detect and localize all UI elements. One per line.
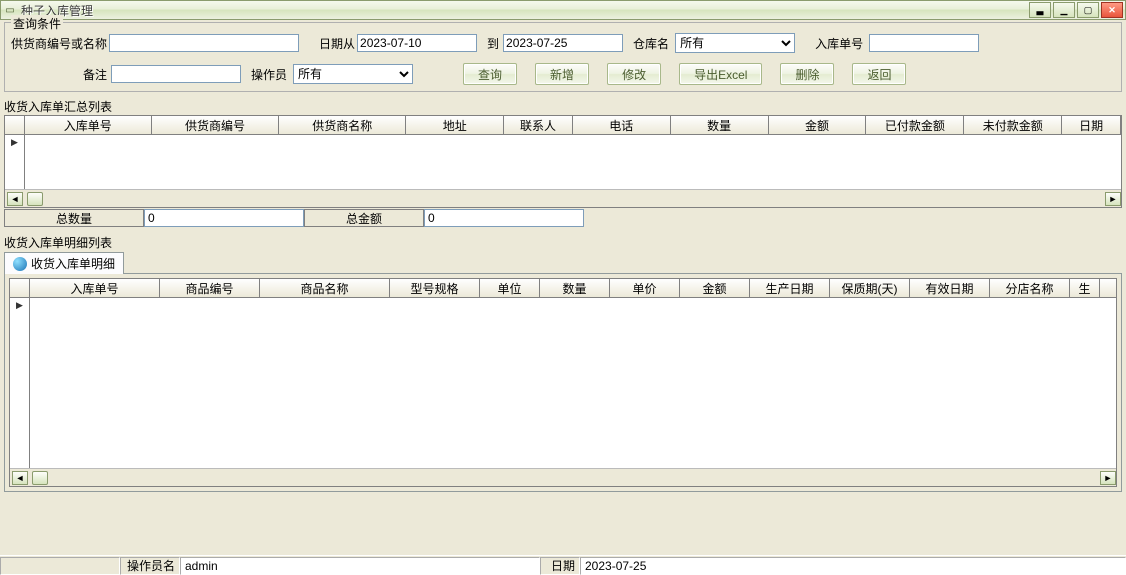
detail-tab-label: 收货入库单明细 xyxy=(31,255,115,272)
restore-down-alt-button[interactable]: ▃ xyxy=(1029,2,1051,18)
back-button[interactable]: 返回 xyxy=(852,63,906,85)
row-selector-header xyxy=(10,279,30,297)
detail-col-header[interactable]: 分店名称 xyxy=(990,279,1070,297)
total-qty-value: 0 xyxy=(144,209,304,227)
supplier-label: 供货商编号或名称 xyxy=(11,35,107,52)
detail-hscrollbar[interactable]: ◄ ► xyxy=(10,468,1116,486)
detail-col-header[interactable]: 生 xyxy=(1070,279,1100,297)
detail-col-header[interactable]: 生产日期 xyxy=(750,279,830,297)
remark-label: 备注 xyxy=(83,66,107,83)
detail-tab[interactable]: 收货入库单明细 xyxy=(4,252,124,274)
scroll-right-icon[interactable]: ► xyxy=(1100,471,1116,485)
search-button[interactable]: 查询 xyxy=(463,63,517,85)
date-to-input[interactable] xyxy=(503,34,623,52)
detail-col-header[interactable]: 保质期(天) xyxy=(830,279,910,297)
summary-col-header[interactable]: 入库单号 xyxy=(25,116,152,134)
delete-button[interactable]: 删除 xyxy=(780,63,834,85)
warehouse-select[interactable]: 所有 xyxy=(675,33,795,53)
status-date-label: 日期 xyxy=(540,557,580,575)
summary-col-header[interactable]: 金额 xyxy=(769,116,867,134)
summary-col-header[interactable]: 未付款金额 xyxy=(964,116,1062,134)
summary-col-header[interactable]: 数量 xyxy=(671,116,769,134)
detail-col-header[interactable]: 商品编号 xyxy=(160,279,260,297)
summary-col-header[interactable]: 已付款金额 xyxy=(866,116,964,134)
detail-col-header[interactable]: 有效日期 xyxy=(910,279,990,297)
summary-col-header[interactable]: 地址 xyxy=(406,116,504,134)
summary-col-header[interactable]: 供货商编号 xyxy=(152,116,279,134)
inbound-no-label: 入库单号 xyxy=(815,35,863,52)
operator-select[interactable]: 所有 xyxy=(293,64,413,84)
globe-icon xyxy=(13,257,27,271)
summary-section-title: 收货入库单汇总列表 xyxy=(4,98,1126,115)
total-qty-label: 总数量 xyxy=(4,209,144,227)
detail-section-title: 收货入库单明细列表 xyxy=(4,234,1126,251)
scroll-thumb[interactable] xyxy=(27,192,43,206)
date-from-label: 日期从 xyxy=(319,35,355,52)
status-operator-value: admin xyxy=(180,557,540,575)
detail-col-header[interactable]: 单位 xyxy=(480,279,540,297)
totals-row: 总数量 0 总金额 0 xyxy=(4,209,1122,227)
export-button[interactable]: 导出Excel xyxy=(679,63,762,85)
current-row-marker xyxy=(5,135,25,189)
remark-input[interactable] xyxy=(111,65,241,83)
scroll-left-icon[interactable]: ◄ xyxy=(12,471,28,485)
status-bar: 操作员名 admin 日期 2023-07-25 xyxy=(0,555,1126,575)
detail-col-header[interactable]: 单价 xyxy=(610,279,680,297)
close-button[interactable]: ✕ xyxy=(1101,2,1123,18)
supplier-input[interactable] xyxy=(109,34,299,52)
add-button[interactable]: 新增 xyxy=(535,63,589,85)
summary-col-header[interactable]: 供货商名称 xyxy=(279,116,406,134)
status-operator-label: 操作员名 xyxy=(120,557,180,575)
summary-grid[interactable]: 入库单号供货商编号供货商名称地址联系人电话数量金额已付款金额未付款金额日期 ◄ … xyxy=(4,115,1122,208)
minimize-button[interactable]: ▁ xyxy=(1053,2,1075,18)
detail-grid[interactable]: 入库单号商品编号商品名称型号规格单位数量单价金额生产日期保质期(天)有效日期分店… xyxy=(9,278,1117,487)
detail-col-header[interactable]: 金额 xyxy=(680,279,750,297)
detail-col-header[interactable]: 数量 xyxy=(540,279,610,297)
query-conditions-group: 查询条件 供货商编号或名称 日期从 到 仓库名 所有 入库单号 备注 操作员 所… xyxy=(4,22,1122,92)
status-date-value: 2023-07-25 xyxy=(580,557,1126,575)
current-row-marker xyxy=(10,298,30,468)
total-amt-value: 0 xyxy=(424,209,584,227)
row-selector-header xyxy=(5,116,25,134)
date-to-label: 到 xyxy=(487,35,499,52)
warehouse-label: 仓库名 xyxy=(633,35,669,52)
detail-col-header[interactable]: 商品名称 xyxy=(260,279,390,297)
edit-button[interactable]: 修改 xyxy=(607,63,661,85)
summary-col-header[interactable]: 日期 xyxy=(1062,116,1121,134)
scroll-right-icon[interactable]: ► xyxy=(1105,192,1121,206)
summary-col-header[interactable]: 联系人 xyxy=(504,116,573,134)
summary-col-header[interactable]: 电话 xyxy=(573,116,671,134)
inbound-no-input[interactable] xyxy=(869,34,979,52)
detail-col-header[interactable]: 型号规格 xyxy=(390,279,480,297)
scroll-left-icon[interactable]: ◄ xyxy=(7,192,23,206)
detail-panel: 入库单号商品编号商品名称型号规格单位数量单价金额生产日期保质期(天)有效日期分店… xyxy=(4,273,1122,492)
date-from-input[interactable] xyxy=(357,34,477,52)
query-legend: 查询条件 xyxy=(11,15,63,32)
scroll-thumb[interactable] xyxy=(32,471,48,485)
detail-col-header[interactable]: 入库单号 xyxy=(30,279,160,297)
total-amt-label: 总金额 xyxy=(304,209,424,227)
summary-hscrollbar[interactable]: ◄ ► xyxy=(5,189,1121,207)
maximize-button[interactable]: ▢ xyxy=(1077,2,1099,18)
operator-label: 操作员 xyxy=(251,66,287,83)
title-bar: ▭ 种子入库管理 ▃ ▁ ▢ ✕ xyxy=(0,0,1126,20)
